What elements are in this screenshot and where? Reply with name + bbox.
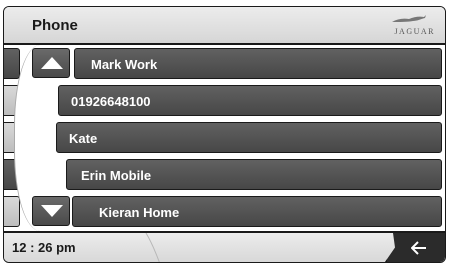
clock-display: 12 : 26 pm bbox=[12, 240, 76, 255]
list-item[interactable]: Erin Mobile bbox=[66, 159, 442, 190]
list-item[interactable]: Kieran Home bbox=[72, 196, 442, 227]
footer-divider bbox=[145, 233, 160, 262]
leaping-cat-icon bbox=[392, 15, 426, 22]
brand-logo: JAGUAR bbox=[365, 13, 435, 39]
list-item-label: Kate bbox=[69, 131, 98, 146]
list-item-label: Kieran Home bbox=[99, 205, 180, 220]
list-edge-stub bbox=[4, 48, 20, 79]
back-button[interactable] bbox=[385, 233, 445, 262]
header-bar: Phone JAGUAR bbox=[4, 7, 445, 43]
scroll-down-button[interactable] bbox=[32, 196, 70, 226]
list-item[interactable]: 01926648100 bbox=[58, 85, 442, 116]
triangle-up-icon bbox=[41, 57, 63, 69]
list-item[interactable]: Kate bbox=[56, 122, 442, 153]
brand-wordmark: JAGUAR bbox=[394, 27, 435, 36]
list-item-label: Erin Mobile bbox=[81, 168, 152, 183]
status-bar: 12 : 26 pm bbox=[4, 231, 445, 262]
contact-list: Mark Work 01926648100 Kate Erin Mobile K… bbox=[4, 45, 445, 231]
display-frame: Phone JAGUAR Mark Work 01926648100 Kate … bbox=[3, 6, 446, 263]
list-item-label: 01926648100 bbox=[71, 94, 151, 109]
arrow-left-icon bbox=[411, 241, 426, 255]
phone-screen: Phone JAGUAR Mark Work 01926648100 Kate … bbox=[0, 0, 449, 263]
list-item-label: Mark Work bbox=[91, 57, 158, 72]
scroll-up-button[interactable] bbox=[32, 48, 70, 78]
list-edge-stub bbox=[4, 196, 20, 227]
triangle-down-icon bbox=[41, 205, 63, 217]
page-title: Phone bbox=[32, 17, 78, 34]
list-item[interactable]: Mark Work bbox=[74, 48, 442, 79]
